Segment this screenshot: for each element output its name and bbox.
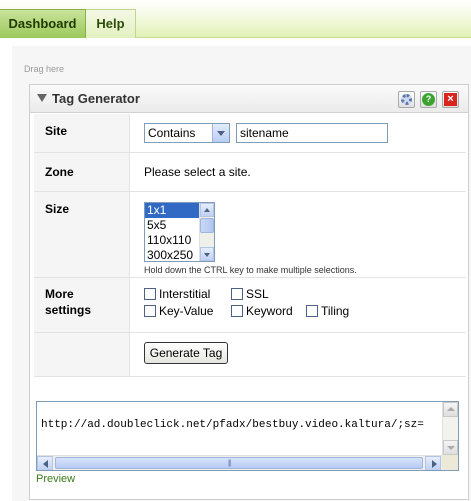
collapse-triangle-icon[interactable]: [37, 94, 47, 102]
scroll-down-button[interactable]: [200, 247, 214, 261]
generate-label-cell: [34, 333, 130, 376]
checkbox-box[interactable]: [306, 305, 318, 317]
scroll-up-button[interactable]: [443, 402, 458, 417]
drag-here-label: Drag here: [24, 64, 65, 74]
tag-generator-widget: Tag Generator ? × Site Contains Zone Ple…: [29, 84, 469, 500]
size-option[interactable]: 1x1: [145, 203, 200, 218]
arrow-left-icon: [43, 460, 48, 468]
site-label-cell: Site: [34, 114, 130, 152]
settings-gear-icon: [401, 94, 412, 105]
checkbox-label: SSL: [246, 287, 269, 301]
size-listbox[interactable]: 1x1 5x5 110x110 300x250: [144, 202, 215, 262]
zone-row: Zone Please select a site.: [34, 153, 466, 192]
zone-label: Zone: [45, 165, 74, 179]
scroll-thumb[interactable]: |||: [55, 457, 423, 469]
tiling-checkbox[interactable]: Tiling: [306, 304, 349, 318]
checkbox-box[interactable]: [144, 288, 156, 300]
widget-header[interactable]: Tag Generator ? ×: [30, 85, 468, 113]
ssl-checkbox[interactable]: SSL: [231, 287, 269, 301]
output-vertical-scrollbar[interactable]: [442, 402, 458, 456]
arrow-down-icon: [204, 253, 210, 257]
site-name-input[interactable]: [236, 123, 388, 143]
scroll-right-button[interactable]: [425, 456, 441, 470]
tag-output-textarea[interactable]: http://ad.doubleclick.net/pfadx/bestbuy.…: [36, 401, 459, 471]
settings-gear-button[interactable]: [398, 91, 415, 108]
checkbox-label: Interstitial: [159, 287, 211, 301]
keyword-checkbox[interactable]: Keyword: [231, 304, 293, 318]
preview-link[interactable]: Preview: [36, 473, 75, 485]
interstitial-checkbox[interactable]: Interstitial: [144, 287, 210, 301]
zone-message: Please select a site.: [144, 165, 251, 179]
size-option[interactable]: 5x5: [145, 218, 200, 233]
widget-title: Tag Generator: [52, 91, 140, 106]
more-settings-label-line2: settings: [45, 303, 92, 317]
size-hint: Hold down the CTRL key to make multiple …: [144, 265, 357, 275]
scroll-left-button[interactable]: [37, 456, 53, 470]
key-value-checkbox[interactable]: Key-Value: [144, 304, 213, 318]
checkbox-box[interactable]: [231, 288, 243, 300]
size-label: Size: [45, 202, 70, 216]
output-horizontal-scrollbar[interactable]: |||: [37, 455, 442, 470]
chevron-down-icon: [217, 131, 225, 136]
arrow-right-icon: [432, 460, 437, 468]
more-settings-label-line1: More: [45, 287, 74, 301]
arrow-down-icon: [447, 446, 455, 450]
site-match-select[interactable]: Contains: [144, 123, 230, 143]
tag-output-text[interactable]: http://ad.doubleclick.net/pfadx/bestbuy.…: [41, 419, 424, 431]
more-settings-row: More settings Interstitial SSL Key-Value…: [34, 278, 466, 333]
dropdown-button[interactable]: [212, 124, 229, 142]
checkbox-box[interactable]: [144, 305, 156, 317]
zone-label-cell: Zone: [34, 153, 130, 191]
tab-help[interactable]: Help: [86, 9, 136, 38]
help-icon: ?: [422, 93, 435, 106]
help-button[interactable]: ?: [420, 91, 437, 108]
generate-tag-button[interactable]: Generate Tag: [144, 342, 228, 364]
site-label: Site: [45, 124, 68, 138]
checkbox-label: Key-Value: [159, 304, 214, 318]
size-label-cell: Size: [34, 192, 130, 277]
grip-icon: |||: [228, 460, 232, 467]
arrow-up-icon: [447, 407, 455, 411]
close-icon: ×: [444, 93, 457, 106]
scroll-up-button[interactable]: [200, 203, 214, 217]
top-nav: Dashboard Help: [0, 0, 471, 38]
checkbox-label: Keyword: [246, 304, 293, 318]
site-row: Site Contains: [34, 114, 466, 153]
checkbox-label: Tiling: [321, 304, 350, 318]
size-option[interactable]: 300x250: [145, 248, 200, 261]
arrow-up-icon: [204, 208, 210, 212]
more-settings-label-cell: More settings: [34, 278, 130, 332]
size-listbox-scrollbar[interactable]: [199, 203, 214, 261]
close-button[interactable]: ×: [442, 91, 459, 108]
size-row: Size 1x1 5x5 110x110 300x250 Hold down t…: [34, 192, 466, 278]
nav-divider: [136, 37, 471, 38]
tab-dashboard[interactable]: Dashboard: [0, 9, 86, 38]
site-match-value: Contains: [148, 126, 196, 140]
generate-row: Generate Tag: [34, 333, 466, 377]
size-option[interactable]: 110x110: [145, 233, 200, 248]
scroll-thumb[interactable]: [200, 218, 214, 233]
checkbox-box[interactable]: [231, 305, 243, 317]
scroll-down-button[interactable]: [443, 440, 458, 455]
scrollbar-corner: [442, 455, 458, 470]
